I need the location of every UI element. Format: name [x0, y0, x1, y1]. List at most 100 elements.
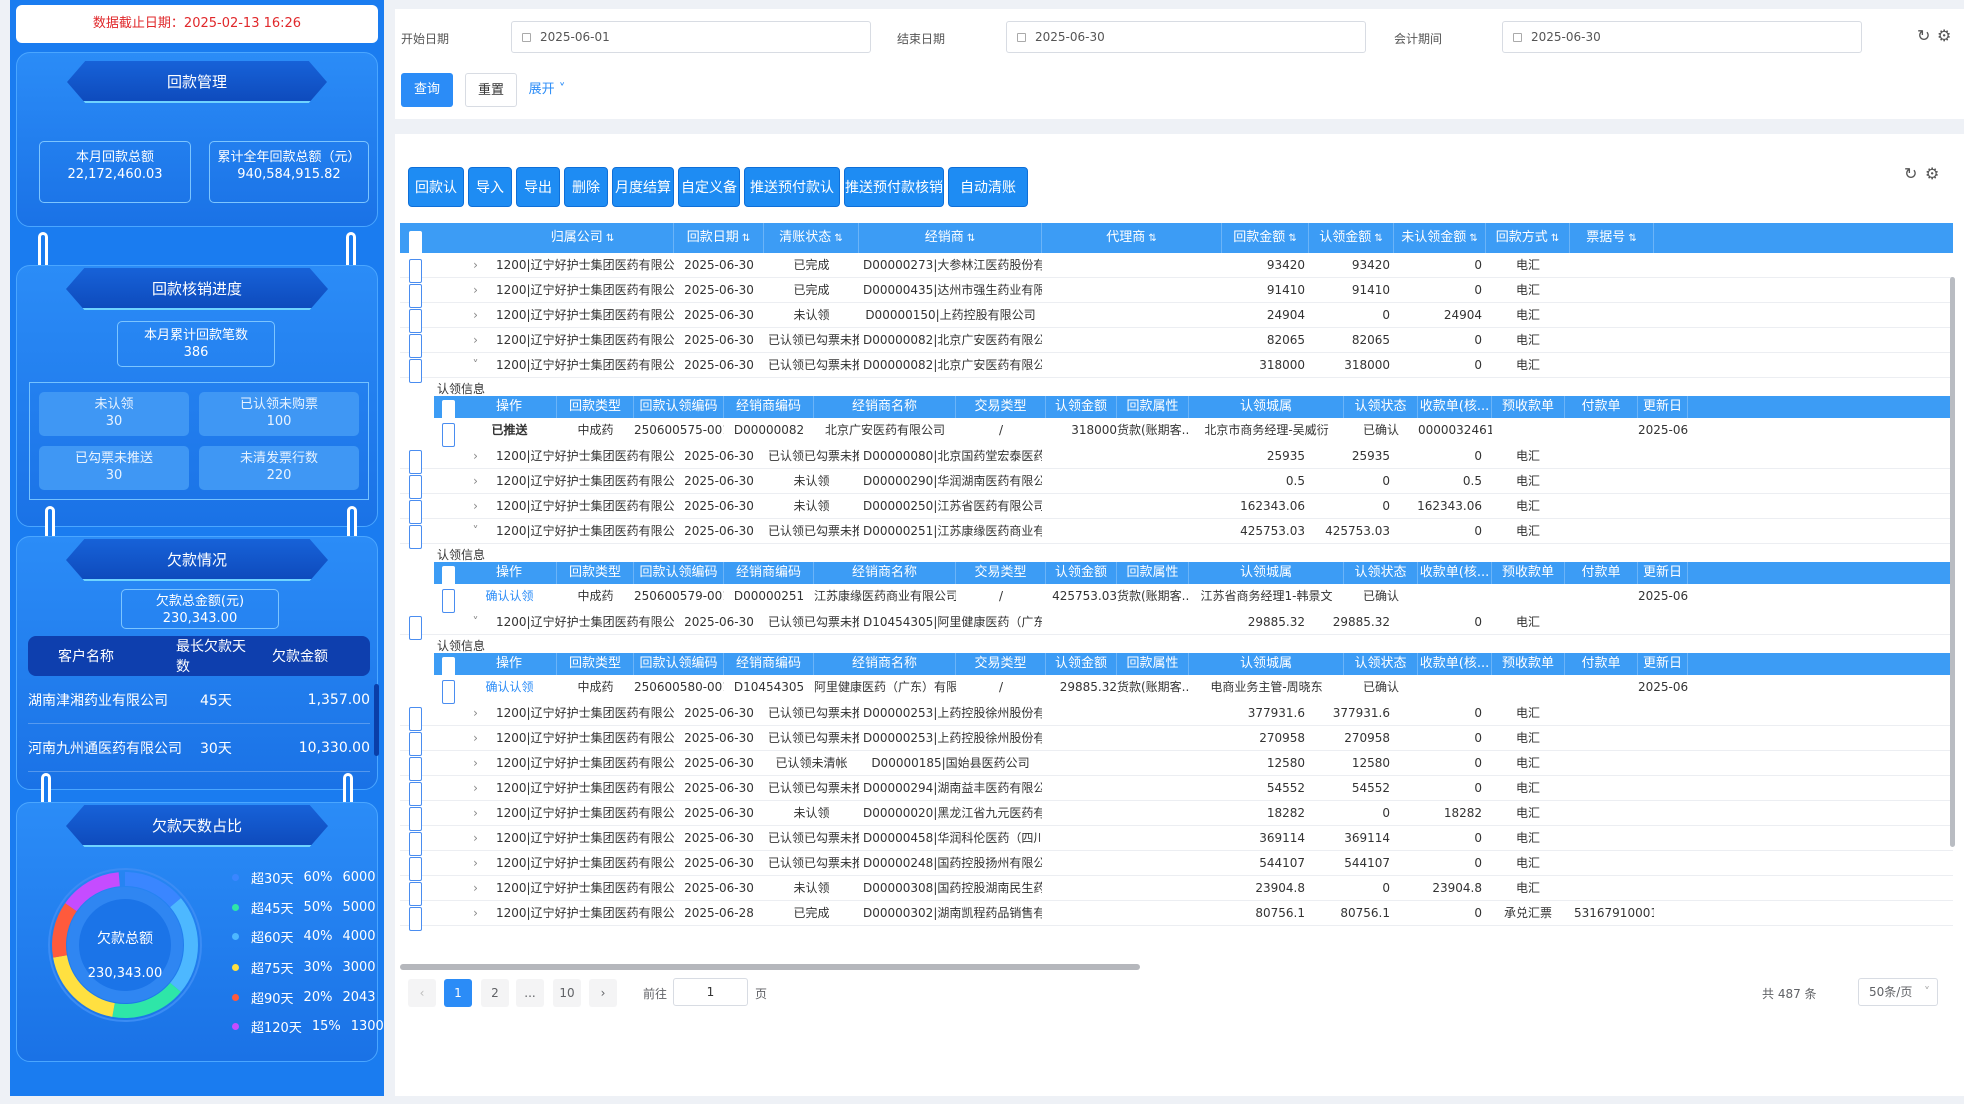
end-date-input[interactable]: 2025-06-30 — [1006, 21, 1366, 53]
page-1[interactable]: 1 — [444, 979, 472, 1007]
table-row[interactable]: ˅ 1200|辽宁好护士集团医药有限公司 2025-06-30 已认领已勾票未推送U D… — [400, 610, 1953, 640]
table-row[interactable]: › 1200|辽宁好护士集团医药有限公司 2025-06-30 已认领已勾票未推送U D… — [400, 776, 1953, 806]
column-header[interactable]: 回款日期 ⇅ — [674, 223, 764, 253]
table-row[interactable]: › 1200|辽宁好护士集团医药有限公司 2025-06-30 已完成 D0000043… — [400, 278, 1953, 308]
cell-agent — [1042, 826, 1222, 850]
expand-link[interactable]: 展开 ˅ — [527, 73, 567, 107]
chevron-right-icon[interactable]: › — [459, 776, 492, 800]
chevron-down-icon[interactable]: ˅ — [459, 519, 492, 543]
page-size-select[interactable]: 50条/页 ˅ — [1858, 978, 1938, 1006]
refresh-icon[interactable]: ↻ — [1917, 28, 1931, 44]
chevron-right-icon[interactable]: › — [459, 701, 492, 725]
toolbar-button[interactable]: 自动清账 — [948, 167, 1028, 207]
chevron-right-icon[interactable]: › — [459, 826, 492, 850]
card-label: 累计全年回款总额（元） — [217, 150, 361, 165]
legend-amount: 5000 — [342, 899, 376, 915]
toolbar-button[interactable]: 回款认领 — [408, 167, 464, 236]
toolbar-button[interactable]: 导入 — [468, 167, 512, 207]
cell-company: 1200|辽宁好护士集团医药有限公司 — [496, 881, 674, 895]
table-row[interactable]: › 1200|辽宁好护士集团医药有限公司 2025-06-30 已认领已勾票未推送U D… — [400, 826, 1953, 856]
chevron-down-icon[interactable]: ˅ — [459, 610, 492, 634]
table-row[interactable]: ˅ 1200|辽宁好护士集团医药有限公司 2025-06-30 已认领已勾票未推送U D… — [400, 353, 1953, 383]
detail-action-link[interactable]: 确认认领 — [462, 675, 557, 699]
page-ellipsis[interactable]: ... — [516, 979, 544, 1007]
table-row[interactable]: › 1200|辽宁好护士集团医药有限公司 2025-06-28 已完成 D0000030… — [400, 901, 1953, 931]
table-row[interactable]: › 1200|辽宁好护士集团医药有限公司 2025-06-30 未认领 D0000002… — [400, 801, 1953, 831]
detail-cell-trade: / — [998, 680, 1004, 694]
cell-date: 2025-06-30 — [684, 283, 754, 297]
cell-bill — [1570, 278, 1654, 302]
detail-action-link[interactable]: 确认认领 — [462, 584, 557, 608]
gear-icon[interactable]: ⚙ — [1925, 166, 1939, 182]
cell-agent — [1042, 253, 1222, 277]
table-row[interactable]: › 1200|辽宁好护士集团医药有限公司 2025-06-30 未认领 D0000015… — [400, 303, 1953, 333]
debt-row[interactable]: 湖南津湘药业有限公司 45天 1,357.00 — [28, 676, 370, 724]
period-input[interactable]: 2025-06-30 — [1502, 21, 1862, 53]
toolbar-button[interactable]: 推送预付款认领 — [744, 167, 840, 236]
table-row[interactable]: › 1200|辽宁好护士集团医药有限公司 2025-06-30 未认领 D0000030… — [400, 876, 1953, 906]
chevron-right-icon[interactable]: › — [459, 303, 492, 327]
table-row[interactable]: › 1200|辽宁好护士集团医药有限公司 2025-06-30 已认领已勾票未推送U D… — [400, 726, 1953, 756]
next-page-button[interactable]: › — [589, 979, 617, 1007]
column-header[interactable]: 认领金额 ⇅ — [1309, 223, 1394, 253]
table-row[interactable]: › 1200|辽宁好护士集团医药有限公司 2025-06-30 已完成 D0000027… — [400, 253, 1953, 283]
detail-action-link[interactable]: 已推送 — [462, 418, 557, 442]
table-row[interactable]: ˅ 1200|辽宁好护士集团医药有限公司 2025-06-30 已认领已勾票未推送U D… — [400, 519, 1953, 549]
column-header[interactable]: 归属公司 ⇅ — [492, 223, 674, 253]
query-button[interactable]: 查询 — [401, 73, 453, 107]
chevron-right-icon[interactable]: › — [459, 751, 492, 775]
debt-row[interactable]: 河南九州通医药有限公司 30天 10,330.00 — [28, 724, 370, 772]
column-label: 清账状态 — [779, 230, 832, 245]
table-row[interactable]: › 1200|辽宁好护士集团医药有限公司 2025-06-30 已认领已勾票未推送U D… — [400, 328, 1953, 358]
table-row[interactable]: › 1200|辽宁好护士集团医药有限公司 2025-06-30 已认领已勾票未推送U D… — [400, 851, 1953, 881]
table-row[interactable]: › 1200|辽宁好护士集团医药有限公司 2025-06-30 未认领 D0000029… — [400, 469, 1953, 499]
column-header[interactable]: 代理商 ⇅ — [1042, 223, 1222, 253]
claim-detail-row[interactable]: 已推送 中成药 250600575-001 D00000082 北京广安医药有限公司 / 3… — [434, 418, 1953, 447]
gear-icon[interactable]: ⚙ — [1937, 28, 1951, 44]
table-row[interactable]: › 1200|辽宁好护士集团医药有限公司 2025-06-30 已认领已勾票未推送U D… — [400, 701, 1953, 731]
page-2[interactable]: 2 — [481, 979, 509, 1007]
row-checkbox[interactable] — [409, 907, 422, 931]
chevron-right-icon[interactable]: › — [459, 801, 492, 825]
claim-detail-row[interactable]: 确认认领 中成药 250600580-001 D10454305 阿里健康医药（广东）有… — [434, 675, 1953, 704]
table-row[interactable]: › 1200|辽宁好护士集团医药有限公司 2025-06-30 未认领 D0000025… — [400, 494, 1953, 524]
legend-dot — [232, 932, 239, 940]
chevron-right-icon[interactable]: › — [459, 851, 492, 875]
chevron-right-icon[interactable]: › — [459, 726, 492, 750]
goto-input[interactable]: 1 — [673, 978, 748, 1006]
chevron-right-icon[interactable]: › — [459, 876, 492, 900]
horizontal-scrollbar[interactable] — [400, 964, 1140, 970]
page-10[interactable]: 10 — [553, 979, 581, 1007]
table-row[interactable]: › 1200|辽宁好护士集团医药有限公司 2025-06-30 已认领已勾票未推送U D… — [400, 444, 1953, 474]
column-header[interactable]: 票据号 ⇅ — [1570, 223, 1654, 253]
chevron-right-icon[interactable]: › — [459, 253, 492, 277]
claim-detail-row[interactable]: 确认认领 中成药 250600579-001 D00000251 江苏康缘医药商业有限公… — [434, 584, 1953, 613]
start-date-input[interactable]: 2025-06-01 — [511, 21, 871, 53]
prev-page-button[interactable]: ‹ — [408, 979, 436, 1007]
chevron-right-icon[interactable]: › — [459, 328, 492, 352]
chevron-right-icon[interactable]: › — [459, 444, 492, 468]
toolbar-button[interactable]: 月度结算 — [612, 167, 674, 207]
chevron-right-icon[interactable]: › — [459, 901, 492, 925]
detail-cell-dname: 江苏康缘医药商业有限公司 — [814, 589, 956, 603]
toolbar-button[interactable]: 删除 — [564, 167, 608, 207]
debt-scrollbar[interactable] — [374, 684, 379, 756]
toolbar-button[interactable]: 推送预付款核销 — [844, 167, 944, 207]
column-header[interactable]: 回款方式 ⇅ — [1486, 223, 1570, 253]
cell-amount: 18282 — [1266, 806, 1305, 820]
table-row[interactable]: › 1200|辽宁好护士集团医药有限公司 2025-06-30 已认领未清帐 D0000… — [400, 751, 1953, 781]
chevron-right-icon[interactable]: › — [459, 494, 492, 518]
toolbar-button[interactable]: 自定义备注 — [678, 167, 740, 236]
column-header[interactable]: 回款金额 ⇅ — [1222, 223, 1309, 253]
reset-button[interactable]: 重置 — [465, 73, 517, 107]
refresh-icon[interactable]: ↻ — [1904, 166, 1918, 182]
column-header[interactable]: 清账状态 ⇅ — [764, 223, 859, 253]
card-label: 欠款总金额(元) — [155, 594, 245, 609]
toolbar-button[interactable]: 导出 — [516, 167, 560, 207]
column-header[interactable]: 经销商 ⇅ — [859, 223, 1042, 253]
chevron-down-icon[interactable]: ˅ — [459, 353, 492, 377]
chevron-right-icon[interactable]: › — [459, 469, 492, 493]
chevron-right-icon[interactable]: › — [459, 278, 492, 302]
column-header[interactable]: 未认领金额 ⇅ — [1394, 223, 1486, 253]
vertical-scrollbar[interactable] — [1950, 277, 1955, 847]
